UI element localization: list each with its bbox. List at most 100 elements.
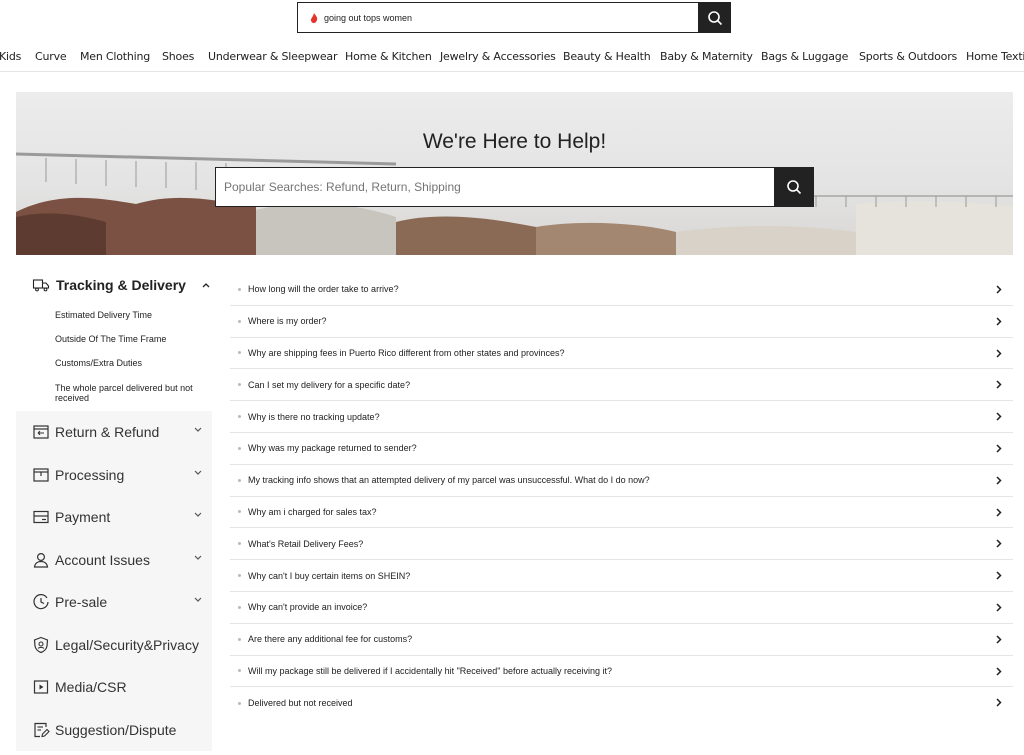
search-icon <box>707 10 722 25</box>
clock-icon <box>33 594 49 610</box>
bullet-dot <box>238 446 241 450</box>
sidebar-item-label: Legal/Security&Privacy <box>55 636 199 653</box>
sidebar-item-label: Return & Refund <box>55 424 160 441</box>
subitem-link[interactable]: Outside Of The Time Frame <box>55 334 194 344</box>
chevron-right-icon <box>996 380 1002 389</box>
category-nav: Kids Curve Men Clothing Shoes Underwear … <box>0 48 1024 72</box>
bullet-dot <box>238 383 241 387</box>
sidebar-item-return-refund[interactable]: Return & Refund <box>16 411 212 454</box>
bullet-dot <box>238 510 241 514</box>
faq-item[interactable]: How long will the order take to arrive? <box>230 274 1013 306</box>
faq-item[interactable]: Why is there no tracking update? <box>230 401 1013 433</box>
sidebar-item-processing[interactable]: Processing <box>16 454 212 497</box>
category-link[interactable]: Underwear & Sleepwear <box>208 50 337 63</box>
shield-icon <box>33 636 49 653</box>
faq-item[interactable]: Where is my order? <box>230 306 1013 338</box>
bullet-dot <box>238 415 241 419</box>
faq-item[interactable]: Why can't provide an invoice? <box>230 592 1013 624</box>
sidebar-item-suggestion-dispute[interactable]: Suggestion/Dispute <box>16 709 212 752</box>
category-link[interactable]: Home & Kitchen <box>345 50 432 63</box>
faq-question: Why are shipping fees in Puerto Rico dif… <box>248 347 565 358</box>
chevron-down-icon <box>194 512 202 517</box>
bullet-dot <box>238 478 241 482</box>
category-link[interactable]: Sports & Outdoors <box>859 50 957 63</box>
chevron-down-icon <box>194 427 202 432</box>
tracking-subitems: Estimated Delivery Time Outside Of The T… <box>16 310 212 403</box>
faq-question: Why can't I buy certain items on SHEIN? <box>248 570 411 581</box>
subitem-link[interactable]: Customs/Extra Duties <box>55 358 194 368</box>
faq-item[interactable]: Why was my package returned to sender? <box>230 433 1013 465</box>
subitem-link[interactable]: The whole parcel delivered but not recei… <box>55 383 194 403</box>
category-link[interactable]: Kids <box>0 50 21 63</box>
faq-question: Why was my package returned to sender? <box>248 443 417 454</box>
faq-question: Where is my order? <box>248 316 327 327</box>
chevron-right-icon <box>996 285 1002 294</box>
category-link[interactable]: Curve <box>35 50 67 63</box>
help-search-input[interactable] <box>215 167 774 207</box>
chevron-down-icon <box>194 555 202 560</box>
return-box-icon <box>33 425 49 439</box>
top-search-bar: going out tops women <box>297 2 731 33</box>
faq-item[interactable]: My tracking info shows that an attempted… <box>230 465 1013 497</box>
flame-icon <box>311 12 318 23</box>
bullet-dot <box>238 669 241 673</box>
faq-item[interactable]: Why are shipping fees in Puerto Rico dif… <box>230 338 1013 370</box>
category-link[interactable]: Home Textil <box>966 50 1024 63</box>
help-hero-banner: We're Here to Help! <box>16 92 1013 255</box>
sidebar-item-tracking-delivery[interactable]: Tracking & Delivery <box>16 266 212 304</box>
help-search-button[interactable] <box>774 167 814 207</box>
faq-question: How long will the order take to arrive? <box>248 284 399 295</box>
bullet-dot <box>238 637 241 641</box>
sidebar-item-label: Account Issues <box>55 551 150 568</box>
faq-item[interactable]: Delivered but not received <box>230 687 1013 719</box>
category-link[interactable]: Men Clothing <box>80 50 150 63</box>
faq-question: Delivered but not received <box>248 698 353 709</box>
sidebar-item-payment[interactable]: Payment <box>16 496 212 539</box>
bullet-dot <box>238 574 241 578</box>
sidebar-item-pre-sale[interactable]: Pre-sale <box>16 581 212 624</box>
sidebar-item-account-issues[interactable]: Account Issues <box>16 539 212 582</box>
sidebar-item-media-csr[interactable]: Media/CSR <box>16 666 212 709</box>
chevron-right-icon <box>996 444 1002 453</box>
chevron-right-icon <box>996 476 1002 485</box>
faq-question: Why am i charged for sales tax? <box>248 506 377 517</box>
category-link[interactable]: Jewelry & Accessories <box>440 50 556 63</box>
user-icon <box>33 552 49 568</box>
sidebar-item-label: Payment <box>55 509 111 526</box>
feedback-icon <box>34 722 50 737</box>
bullet-dot <box>238 701 241 705</box>
chevron-right-icon <box>996 508 1002 517</box>
category-link[interactable]: Bags & Luggage <box>761 50 848 63</box>
play-icon <box>33 680 49 694</box>
faq-question: Why can't provide an invoice? <box>248 602 368 613</box>
faq-list: How long will the order take to arrive? … <box>230 274 1013 719</box>
chevron-down-icon <box>194 597 202 602</box>
faq-item[interactable]: What's Retail Delivery Fees? <box>230 528 1013 561</box>
faq-item[interactable]: Why am i charged for sales tax? <box>230 497 1013 529</box>
chevron-right-icon <box>996 698 1002 707</box>
faq-item[interactable]: Can I set my delivery for a specific dat… <box>230 369 1013 402</box>
bullet-dot <box>238 605 241 609</box>
faq-question: Will my package still be delivered if I … <box>248 665 613 676</box>
subitem-link[interactable]: Estimated Delivery Time <box>55 310 194 320</box>
faq-item[interactable]: Will my package still be delivered if I … <box>230 656 1013 688</box>
chevron-right-icon <box>996 635 1002 644</box>
chevron-right-icon <box>996 412 1002 421</box>
bullet-dot <box>238 287 241 291</box>
faq-item[interactable]: Why can't I buy certain items on SHEIN? <box>230 560 1013 592</box>
faq-question: My tracking info shows that an attempted… <box>248 475 650 486</box>
category-link[interactable]: Beauty & Health <box>563 50 651 63</box>
faq-question: Why is there no tracking update? <box>248 411 380 422</box>
sidebar-item-label: Processing <box>55 466 125 483</box>
package-icon <box>33 468 49 482</box>
category-link[interactable]: Shoes <box>162 50 194 63</box>
chevron-right-icon <box>996 603 1002 612</box>
top-search-button[interactable] <box>698 2 731 33</box>
hero-title: We're Here to Help! <box>422 130 607 153</box>
top-search-input[interactable]: going out tops women <box>297 2 698 33</box>
chevron-down-icon <box>194 470 202 475</box>
faq-question: Are there any additional fee for customs… <box>248 634 413 645</box>
category-link[interactable]: Baby & Maternity <box>660 50 753 63</box>
faq-item[interactable]: Are there any additional fee for customs… <box>230 624 1013 656</box>
sidebar-item-legal-security-privacy[interactable]: Legal/Security&Privacy <box>16 624 212 667</box>
